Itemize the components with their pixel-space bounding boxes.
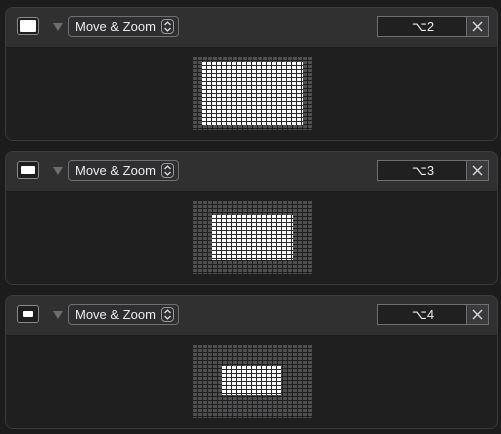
panel-header: Move & Zoom ⌥4 (6, 296, 497, 336)
mode-dropdown-label: Move & Zoom (75, 19, 156, 34)
window-size-icon[interactable] (17, 305, 39, 323)
mode-dropdown-label: Move & Zoom (75, 307, 156, 322)
shortcut-field[interactable]: ⌥2 (377, 16, 469, 37)
mode-dropdown[interactable]: Move & Zoom (68, 160, 179, 181)
window-layout-panel: Move & Zoom ⌥4 (5, 295, 498, 429)
window-size-icon[interactable] (17, 17, 39, 35)
close-x-icon (472, 21, 483, 32)
panel-body (6, 48, 497, 140)
close-x-icon (472, 165, 483, 176)
zoom-region (202, 62, 303, 125)
clear-shortcut-button[interactable] (466, 160, 489, 181)
zoom-region (222, 366, 281, 395)
panel-header: Move & Zoom ⌥2 (6, 8, 497, 48)
clear-shortcut-button[interactable] (466, 304, 489, 325)
disclosure-triangle-icon[interactable] (53, 311, 63, 319)
screen-grid-preview[interactable] (193, 201, 312, 274)
zoom-region (212, 215, 293, 260)
disclosure-triangle-icon[interactable] (53, 23, 63, 31)
mode-dropdown-label: Move & Zoom (75, 163, 156, 178)
shortcut-field[interactable]: ⌥3 (377, 160, 469, 181)
up-down-chevron-icon (161, 163, 174, 178)
shortcut-field[interactable]: ⌥4 (377, 304, 469, 325)
window-size-icon[interactable] (17, 161, 39, 179)
panel-body (6, 192, 497, 284)
panel-header: Move & Zoom ⌥3 (6, 152, 497, 192)
screen-grid-preview[interactable] (193, 57, 312, 130)
window-layout-panel: Move & Zoom ⌥3 (5, 151, 498, 285)
panel-body (6, 336, 497, 428)
up-down-chevron-icon (161, 19, 174, 34)
up-down-chevron-icon (161, 307, 174, 322)
mode-dropdown[interactable]: Move & Zoom (68, 304, 179, 325)
screen-grid-preview[interactable] (193, 345, 312, 418)
clear-shortcut-button[interactable] (466, 16, 489, 37)
close-x-icon (472, 309, 483, 320)
disclosure-triangle-icon[interactable] (53, 167, 63, 175)
mode-dropdown[interactable]: Move & Zoom (68, 16, 179, 37)
window-layout-panel: Move & Zoom ⌥2 (5, 7, 498, 141)
